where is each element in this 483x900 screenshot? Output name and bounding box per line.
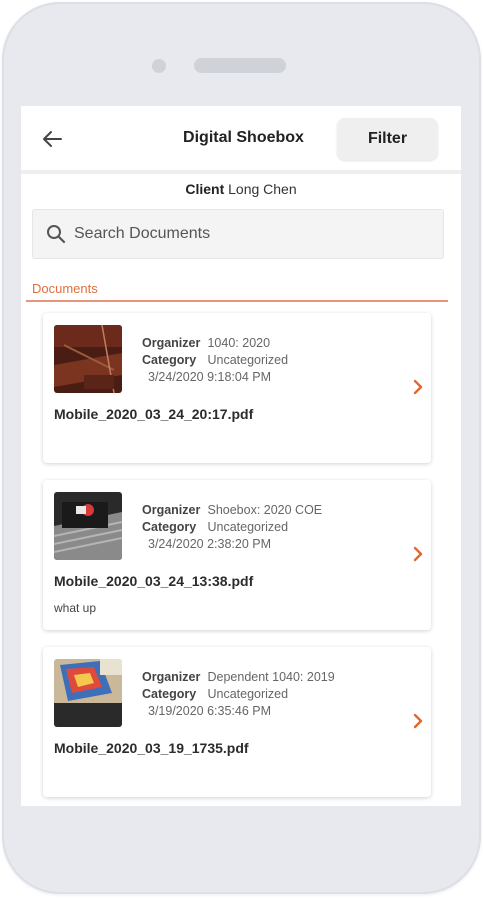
filter-button[interactable]: Filter	[337, 118, 438, 160]
document-note: what up	[54, 601, 97, 615]
document-meta: Organizer Shoebox: 2020 COE Category Unc…	[142, 502, 322, 553]
chevron-right-icon	[413, 546, 423, 562]
earpiece-speaker	[194, 58, 286, 73]
document-meta: Organizer 1040: 2020 Category Uncategori…	[142, 335, 288, 386]
document-filename: Mobile_2020_03_24_20:17.pdf	[54, 406, 254, 422]
app-screen: Digital Shoebox Filter Client Long Chen …	[21, 106, 461, 806]
organizer-label: Organizer	[142, 670, 201, 684]
category-value: Uncategorized	[207, 520, 289, 534]
back-button[interactable]	[37, 124, 67, 154]
app-header: Digital Shoebox Filter	[21, 106, 461, 174]
documents-section-label: Documents	[32, 281, 98, 296]
client-label: Client	[185, 181, 225, 197]
document-meta: Organizer Dependent 1040: 2019 Category …	[142, 669, 335, 720]
document-date: 3/19/2020 6:35:46 PM	[148, 704, 272, 718]
document-filename: Mobile_2020_03_19_1735.pdf	[54, 740, 249, 756]
search-bar[interactable]	[32, 209, 444, 259]
section-divider	[26, 300, 448, 302]
category-label: Category	[142, 353, 197, 367]
category-label: Category	[142, 520, 197, 534]
document-thumbnail	[54, 659, 122, 727]
organizer-label: Organizer	[142, 503, 201, 517]
chevron-right-icon	[413, 379, 423, 395]
chevron-right-icon	[413, 713, 423, 729]
document-date: 3/24/2020 2:38:20 PM	[148, 537, 272, 551]
organizer-value: Shoebox: 2020 COE	[207, 503, 323, 517]
document-thumbnail	[54, 492, 122, 560]
search-input[interactable]	[72, 224, 416, 244]
document-thumbnail	[54, 325, 122, 393]
organizer-value: Dependent 1040: 2019	[207, 670, 335, 684]
search-icon	[46, 224, 66, 244]
category-label: Category	[142, 687, 197, 701]
page-title: Digital Shoebox	[183, 129, 304, 146]
document-card[interactable]: Organizer Shoebox: 2020 COE Category Unc…	[43, 480, 431, 630]
client-info: Client Long Chen	[21, 181, 461, 197]
organizer-label: Organizer	[142, 336, 201, 350]
document-card[interactable]: Organizer Dependent 1040: 2019 Category …	[43, 647, 431, 797]
front-camera	[152, 59, 166, 73]
arrow-left-icon	[43, 131, 62, 147]
document-date: 3/24/2020 9:18:04 PM	[148, 370, 272, 384]
phone-frame: Digital Shoebox Filter Client Long Chen …	[2, 2, 481, 894]
category-value: Uncategorized	[207, 687, 289, 701]
document-filename: Mobile_2020_03_24_13:38.pdf	[54, 573, 254, 589]
document-card[interactable]: Organizer 1040: 2020 Category Uncategori…	[43, 313, 431, 463]
category-value: Uncategorized	[207, 353, 289, 367]
client-name: Long Chen	[228, 181, 297, 197]
organizer-value: 1040: 2020	[207, 336, 271, 350]
